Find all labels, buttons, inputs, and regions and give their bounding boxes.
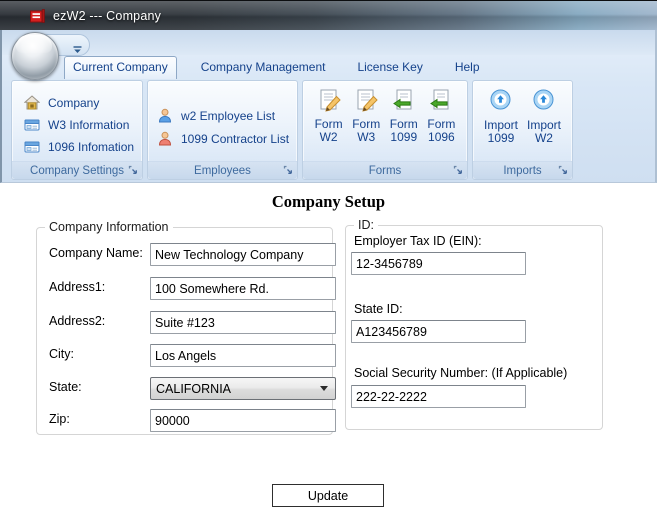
application-menu-orb-button[interactable] (11, 32, 59, 80)
document-export-icon (429, 88, 453, 112)
import-w2-button[interactable]: Import W2 (527, 88, 561, 145)
tab-company-management[interactable]: Company Management (193, 56, 334, 79)
button-label-line2: 1096 (428, 130, 455, 144)
id-groupbox: ID: Employer Tax ID (EIN): State ID: Soc… (345, 218, 603, 430)
zip-label: Zip: (49, 412, 70, 426)
group-label: Imports (503, 164, 542, 177)
button-label-line2: 1099 (487, 131, 515, 145)
state-label: State: (49, 380, 82, 394)
company-button[interactable]: Company (23, 95, 142, 111)
form-1099-button[interactable]: Form 1099 (390, 88, 418, 144)
address1-label: Address1: (49, 280, 106, 294)
import-circle-icon (490, 89, 511, 110)
zip-input[interactable] (150, 409, 336, 432)
dialog-launcher-icon[interactable] (283, 165, 294, 176)
state-dropdown[interactable]: CALIFORNIA (150, 377, 336, 400)
ribbon-group-employees: w2 Employee List 1099 Contractor List Em… (147, 80, 298, 180)
ssn-label: Social Security Number: (If Applicable) (354, 366, 568, 380)
address1-input[interactable] (150, 277, 336, 300)
w2-employee-list-label: w2 Employee List (181, 109, 276, 123)
group-footer-company-settings: Company Settings (12, 161, 142, 179)
ribbon-body: Company W3 Information 1096 Infomation C… (2, 79, 655, 183)
company-name-label: Company Name: (49, 246, 143, 260)
button-label-line2: 1099 (390, 130, 418, 144)
group-label: Forms (368, 164, 402, 177)
company-button-label: Company (48, 96, 100, 110)
city-input[interactable] (150, 344, 336, 367)
id-legend: ID: (354, 218, 378, 232)
import-circle-icon (533, 89, 554, 110)
ribbon: Current Company Company Management Licen… (0, 30, 657, 183)
document-edit-icon (317, 88, 341, 112)
quick-access-toolbar (2, 30, 655, 56)
ribbon-group-company-settings: Company W3 Information 1096 Infomation C… (11, 80, 143, 180)
company-information-legend: Company Information (45, 220, 173, 234)
document-edit-icon (354, 88, 378, 112)
form-1096-button[interactable]: Form 1096 (427, 88, 455, 144)
title-bar[interactable]: ezW2 --- Company (0, 0, 657, 30)
1096-information-button-label: 1096 Infomation (48, 140, 135, 154)
button-label-line2: W2 (319, 130, 338, 144)
app-window: ezW2 --- Company Current Company Company… (0, 0, 657, 528)
state-id-label: State ID: (354, 302, 403, 316)
address2-input[interactable] (150, 311, 336, 334)
form-table-icon (24, 139, 40, 155)
window-title: ezW2 --- Company (53, 8, 162, 23)
tab-current-company[interactable]: Current Company (64, 56, 177, 79)
tab-help[interactable]: Help (447, 56, 488, 79)
ribbon-tab-bar: Current Company Company Management Licen… (2, 56, 655, 79)
ribbon-group-imports: Import 1099 Import W2 Imports (472, 80, 573, 180)
1099-contractor-list-button[interactable]: 1099 Contractor List (157, 131, 297, 147)
state-id-input[interactable] (351, 320, 526, 343)
person-red-icon (157, 131, 173, 147)
address2-label: Address2: (49, 314, 106, 328)
person-blue-icon (157, 108, 173, 124)
ein-label: Employer Tax ID (EIN): (354, 234, 482, 248)
1096-information-button[interactable]: 1096 Infomation (24, 139, 142, 155)
company-name-input[interactable] (150, 243, 336, 266)
ein-input[interactable] (351, 252, 526, 275)
red-book-app-icon (29, 8, 46, 24)
button-label-line2: W2 (534, 131, 553, 145)
city-label: City: (49, 347, 74, 361)
w3-information-button[interactable]: W3 Information (24, 117, 142, 133)
page-title: Company Setup (271, 192, 386, 211)
qat-customize-chevron-down-icon[interactable] (73, 41, 82, 59)
1099-contractor-list-label: 1099 Contractor List (181, 132, 290, 146)
form-w2-button[interactable]: Form W2 (315, 88, 343, 144)
group-footer-employees: Employees (148, 161, 297, 179)
ssn-input[interactable] (351, 385, 526, 408)
home-icon (23, 95, 41, 111)
form-w3-button[interactable]: Form W3 (352, 88, 380, 144)
group-label: Company Settings (30, 164, 124, 177)
group-footer-forms: Forms (303, 161, 467, 179)
document-export-icon (392, 88, 416, 112)
dialog-launcher-icon[interactable] (558, 165, 569, 176)
group-label: Employees (194, 164, 251, 177)
update-button[interactable]: Update (272, 484, 384, 507)
tab-license-key[interactable]: License Key (349, 56, 430, 79)
group-footer-imports: Imports (473, 161, 572, 179)
button-label-line2: W3 (357, 130, 376, 144)
dialog-launcher-icon[interactable] (128, 165, 139, 176)
dropdown-caret-icon (320, 386, 328, 391)
content-area: Company Setup Company Information Compan… (0, 183, 657, 528)
dialog-launcher-icon[interactable] (453, 165, 464, 176)
state-dropdown-value: CALIFORNIA (156, 381, 232, 396)
w3-information-button-label: W3 Information (48, 118, 130, 132)
company-information-groupbox: Company Information Company Name: Addres… (36, 220, 336, 435)
w2-employee-list-button[interactable]: w2 Employee List (157, 108, 297, 124)
import-1099-button[interactable]: Import 1099 (484, 88, 518, 145)
ribbon-group-forms: Form W2 Form W3 Form 1099 Form 1096 Form… (302, 80, 468, 180)
form-table-icon (24, 117, 40, 133)
